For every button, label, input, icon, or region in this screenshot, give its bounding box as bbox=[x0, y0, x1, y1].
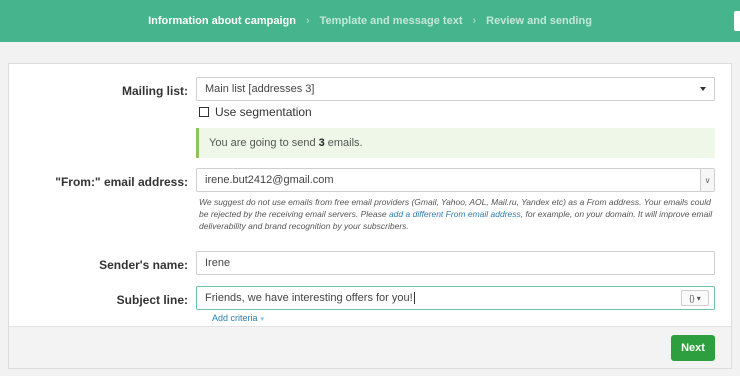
chevron-down-icon[interactable]: ∨ bbox=[700, 169, 714, 191]
chevron-down-icon bbox=[700, 87, 706, 91]
form-footer: Next bbox=[9, 326, 731, 368]
step-information[interactable]: Information about campaign bbox=[148, 15, 296, 27]
step-review[interactable]: Review and sending bbox=[486, 15, 592, 27]
from-email-label: "From:" email address: bbox=[55, 175, 188, 189]
send-count-prefix: You are going to send bbox=[209, 137, 316, 149]
mailing-list-label: Mailing list: bbox=[122, 84, 188, 98]
send-count-number: 3 bbox=[318, 137, 325, 149]
subject-line-label: Subject line: bbox=[116, 293, 188, 307]
from-email-hint: We suggest do not use emails from free e… bbox=[199, 196, 713, 232]
step-template[interactable]: Template and message text bbox=[320, 15, 463, 27]
sender-name-label: Sender's name: bbox=[99, 258, 188, 272]
header-action-button[interactable] bbox=[734, 11, 740, 31]
add-criteria-label: Add criteria bbox=[212, 313, 258, 323]
send-count-notice: You are going to send 3 emails. bbox=[196, 128, 715, 158]
add-from-email-link[interactable]: add a different From email address bbox=[389, 209, 521, 219]
wizard-header: Information about campaign › Template an… bbox=[0, 0, 740, 42]
step-separator: › bbox=[305, 15, 310, 27]
variable-icon: {} bbox=[689, 293, 695, 303]
campaign-form-panel: Mailing list: Main list [addresses 3] Us… bbox=[8, 63, 732, 369]
wizard-steps: Information about campaign › Template an… bbox=[0, 0, 740, 42]
subject-line-input[interactable]: Friends, we have interesting offers for … bbox=[196, 286, 715, 310]
send-count-suffix: emails. bbox=[327, 137, 363, 149]
sender-name-input[interactable]: Irene bbox=[196, 251, 715, 275]
next-button[interactable]: Next bbox=[671, 335, 715, 361]
from-email-select[interactable]: irene.but2412@gmail.com ∨ bbox=[196, 168, 715, 192]
subject-line-value: Friends, we have interesting offers for … bbox=[205, 292, 413, 304]
sender-name-value: Irene bbox=[205, 257, 231, 269]
from-email-value: irene.but2412@gmail.com bbox=[205, 174, 334, 186]
segmentation-label: Use segmentation bbox=[215, 105, 312, 119]
text-cursor bbox=[413, 292, 415, 304]
mailing-list-select[interactable]: Main list [addresses 3] bbox=[196, 77, 715, 101]
mailing-list-value: Main list [addresses 3] bbox=[205, 83, 315, 95]
insert-variable-button[interactable]: {} ▾ bbox=[681, 290, 709, 306]
add-criteria-link[interactable]: Add criteria ▾ bbox=[212, 313, 264, 323]
chevron-down-icon: ▾ bbox=[260, 316, 265, 323]
segmentation-checkbox[interactable] bbox=[199, 107, 209, 117]
step-separator: › bbox=[472, 15, 477, 27]
segmentation-row[interactable]: Use segmentation bbox=[199, 105, 312, 119]
